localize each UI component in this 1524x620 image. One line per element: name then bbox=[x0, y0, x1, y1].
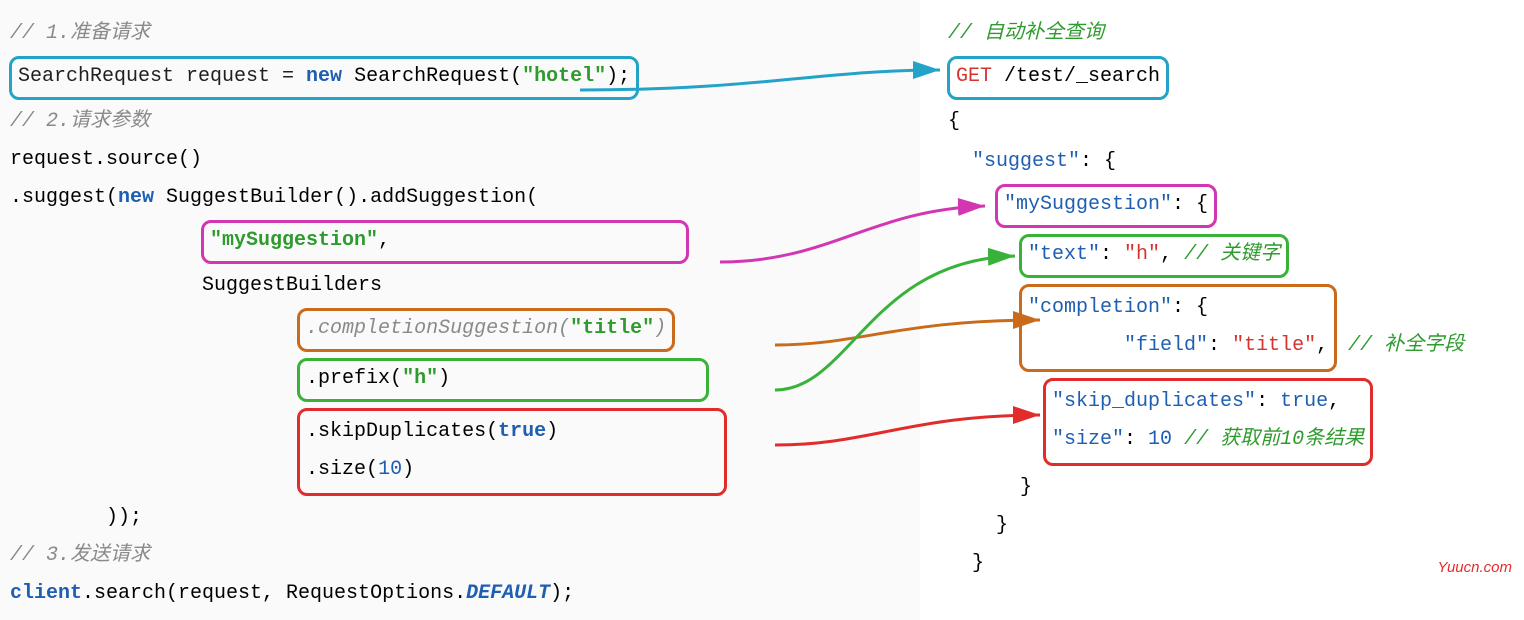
java-request-source: request.source() bbox=[10, 148, 202, 171]
java-completion-suggestion-box: .completionSuggestion("title") bbox=[297, 308, 675, 352]
json-suggestion-name-box: "mySuggestion": { bbox=[995, 184, 1217, 228]
json-skip-size-box: "skip_duplicates": true,"size": 10 // 获取… bbox=[1043, 378, 1373, 466]
java-skip-size-box: .skipDuplicates(true).size(10) bbox=[297, 408, 727, 496]
java-prefix-box: .prefix("h") bbox=[297, 358, 709, 402]
watermark: Yuucn.com bbox=[1438, 556, 1512, 580]
comment-prepare-request: // 1.准备请求 bbox=[10, 22, 150, 45]
java-suggestion-name-box: "mySuggestion", bbox=[201, 220, 689, 264]
comment-auto-complete: // 自动补全查询 bbox=[948, 22, 1104, 45]
comment-send-request: // 3.发送请求 bbox=[10, 544, 150, 567]
json-get-box: GET /test/_search bbox=[947, 56, 1169, 100]
json-text-box: "text": "h", // 关键字 bbox=[1019, 234, 1289, 278]
json-query-pane: // 自动补全查询 GET /test/_search { "suggest":… bbox=[920, 0, 1524, 620]
comment-request-params: // 2.请求参数 bbox=[10, 110, 150, 133]
json-completion-box: "completion": { "field": "title", bbox=[1019, 284, 1337, 372]
java-search-request-box: SearchRequest request = new SearchReques… bbox=[9, 56, 639, 100]
java-code-pane: // 1.准备请求 SearchRequest request = new Se… bbox=[0, 0, 920, 620]
